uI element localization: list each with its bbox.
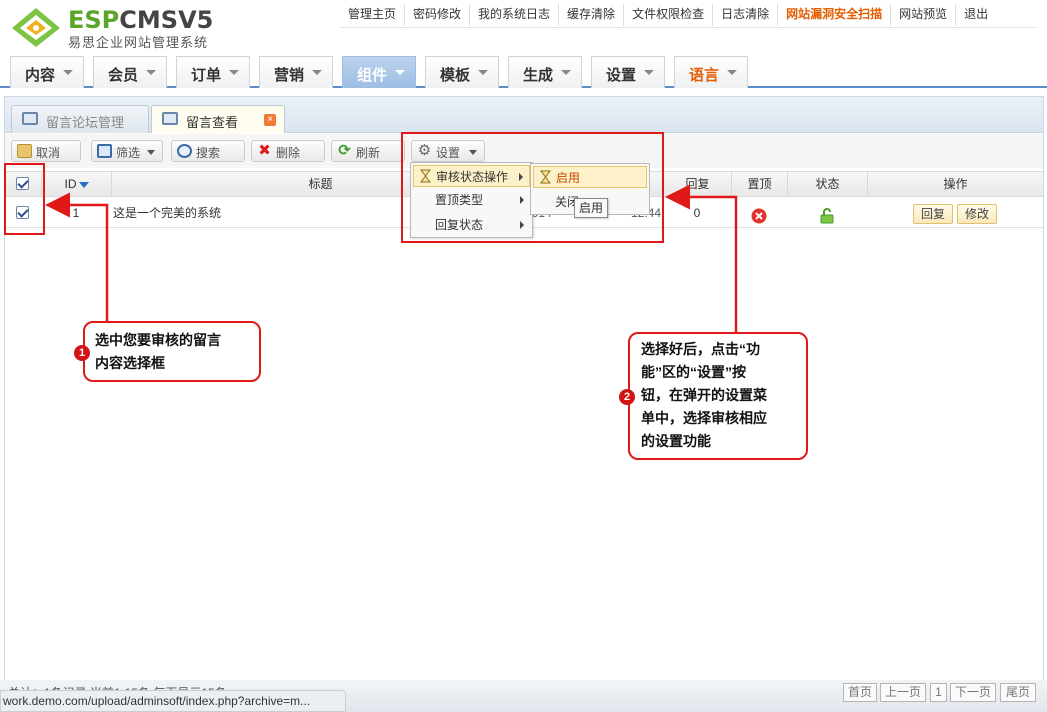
top-nav: 管理主页 密码修改 我的系统日志 缓存清除 文件权限检查 日志清除 网站漏洞安全… xyxy=(340,4,996,26)
nav-member[interactable]: 会员 xyxy=(93,56,167,88)
filter-button[interactable]: 筛选 xyxy=(91,140,163,162)
top-off-icon[interactable] xyxy=(751,205,767,224)
close-icon[interactable]: × xyxy=(264,114,276,126)
filter-icon xyxy=(97,144,112,158)
topnav-preview[interactable]: 网站预览 xyxy=(890,4,955,26)
tab-forum-manage[interactable]: 留言论坛管理 xyxy=(11,105,149,133)
search-icon xyxy=(177,144,192,158)
topnav-clearlog[interactable]: 日志清除 xyxy=(712,4,777,26)
step-2-badge: 2 xyxy=(619,389,635,405)
main-nav: 内容 会员 订单 营销 组件 模板 生成 设置 语言 xyxy=(0,54,1047,88)
divider xyxy=(340,27,1037,28)
tab-message-view[interactable]: 留言查看 × xyxy=(151,105,285,133)
header-top: 置顶 xyxy=(731,172,787,196)
logo-icon xyxy=(12,8,60,47)
unlock-icon[interactable] xyxy=(820,205,834,224)
chevron-down-icon xyxy=(146,70,156,75)
row-id: 1 xyxy=(72,206,80,220)
nav-marketing[interactable]: 营销 xyxy=(259,56,333,88)
cancel-button[interactable]: 取消 xyxy=(11,140,81,162)
nav-content[interactable]: 内容 xyxy=(10,56,84,88)
nav-generate[interactable]: 生成 xyxy=(508,56,582,88)
page-last-button[interactable]: 尾页 xyxy=(1000,683,1036,702)
logo: ESPCMSV5 易思企业网站管理系统 xyxy=(10,4,220,50)
topnav-cache[interactable]: 缓存清除 xyxy=(558,4,623,26)
monitor-icon xyxy=(162,112,178,125)
nav-component[interactable]: 组件 xyxy=(342,56,416,88)
page-prev-button[interactable]: 上一页 xyxy=(880,683,926,702)
header-reply: 回复 xyxy=(663,172,731,196)
delete-icon: ✖ xyxy=(258,142,271,159)
callout-1-line-2: 内容选择框 xyxy=(95,355,165,371)
topnav-security-scan[interactable]: 网站漏洞安全扫描 xyxy=(777,4,890,26)
chevron-down-icon xyxy=(147,150,155,155)
header-status: 状态 xyxy=(787,172,867,196)
callout-2-line-5: 的设置功能 xyxy=(641,433,711,449)
refresh-button[interactable]: ⟳ 刷新 xyxy=(331,140,405,162)
callout-1: 选中您要审核的留言 内容选择框 xyxy=(83,321,261,382)
topnav-home[interactable]: 管理主页 xyxy=(340,4,404,26)
search-button[interactable]: 搜索 xyxy=(171,140,245,162)
refresh-icon: ⟳ xyxy=(338,142,351,159)
work-tabs: 留言论坛管理 留言查看 × xyxy=(5,97,1043,133)
highlight-checkbox-box xyxy=(4,163,45,235)
monitor-icon xyxy=(22,112,38,125)
delete-button[interactable]: ✖ 删除 xyxy=(251,140,325,162)
reply-button[interactable]: 回复 xyxy=(913,204,953,224)
topnav-fileperm[interactable]: 文件权限检查 xyxy=(623,4,712,26)
topnav-mylog[interactable]: 我的系统日志 xyxy=(469,4,558,26)
callout-2-line-4: 单中，选择审核相应 xyxy=(641,410,767,426)
page-number[interactable]: 1 xyxy=(930,683,947,702)
step-1-badge: 1 xyxy=(74,345,90,361)
nav-settings[interactable]: 设置 xyxy=(591,56,665,88)
chevron-down-icon xyxy=(312,70,322,75)
status-url-bar: work.demo.com/upload/adminsoft/index.php… xyxy=(0,690,346,712)
nav-order[interactable]: 订单 xyxy=(176,56,250,88)
page-first-button[interactable]: 首页 xyxy=(843,683,877,702)
header-id[interactable]: ID xyxy=(41,172,111,196)
chevron-down-icon xyxy=(478,70,488,75)
chevron-down-icon xyxy=(395,70,405,75)
callout-2: 选择好后，点击“功 能”区的“设置”按 钮，在弹开的设置菜 单中，选择审核相应 … xyxy=(628,332,808,460)
topnav-logout[interactable]: 退出 xyxy=(955,4,996,26)
chevron-down-icon xyxy=(644,70,654,75)
callout-2-line-2: 能”区的“设置”按 xyxy=(641,364,746,380)
callout-1-line-1: 选中您要审核的留言 xyxy=(95,332,221,348)
sort-down-icon xyxy=(78,181,89,188)
logo-subtitle: 易思企业网站管理系统 xyxy=(68,35,209,50)
nav-template[interactable]: 模板 xyxy=(425,56,499,88)
nav-language[interactable]: 语言 xyxy=(674,56,748,88)
topnav-password[interactable]: 密码修改 xyxy=(404,4,469,26)
chevron-down-icon xyxy=(229,70,239,75)
chevron-down-icon xyxy=(561,70,571,75)
callout-2-line-3: 钮，在弹开的设置菜 xyxy=(641,387,767,403)
page-next-button[interactable]: 下一页 xyxy=(950,683,996,702)
edit-button[interactable]: 修改 xyxy=(957,204,997,224)
chevron-down-icon xyxy=(727,70,737,75)
row-reply-count: 0 xyxy=(693,206,701,220)
callout-2-line-1: 选择好后，点击“功 xyxy=(641,341,760,357)
header-actions: 操作 xyxy=(867,172,1043,196)
logo-title: ESPCMSV5 xyxy=(68,6,214,34)
chevron-down-icon xyxy=(63,70,73,75)
highlight-settings-box xyxy=(401,132,664,243)
cancel-icon xyxy=(17,144,32,158)
